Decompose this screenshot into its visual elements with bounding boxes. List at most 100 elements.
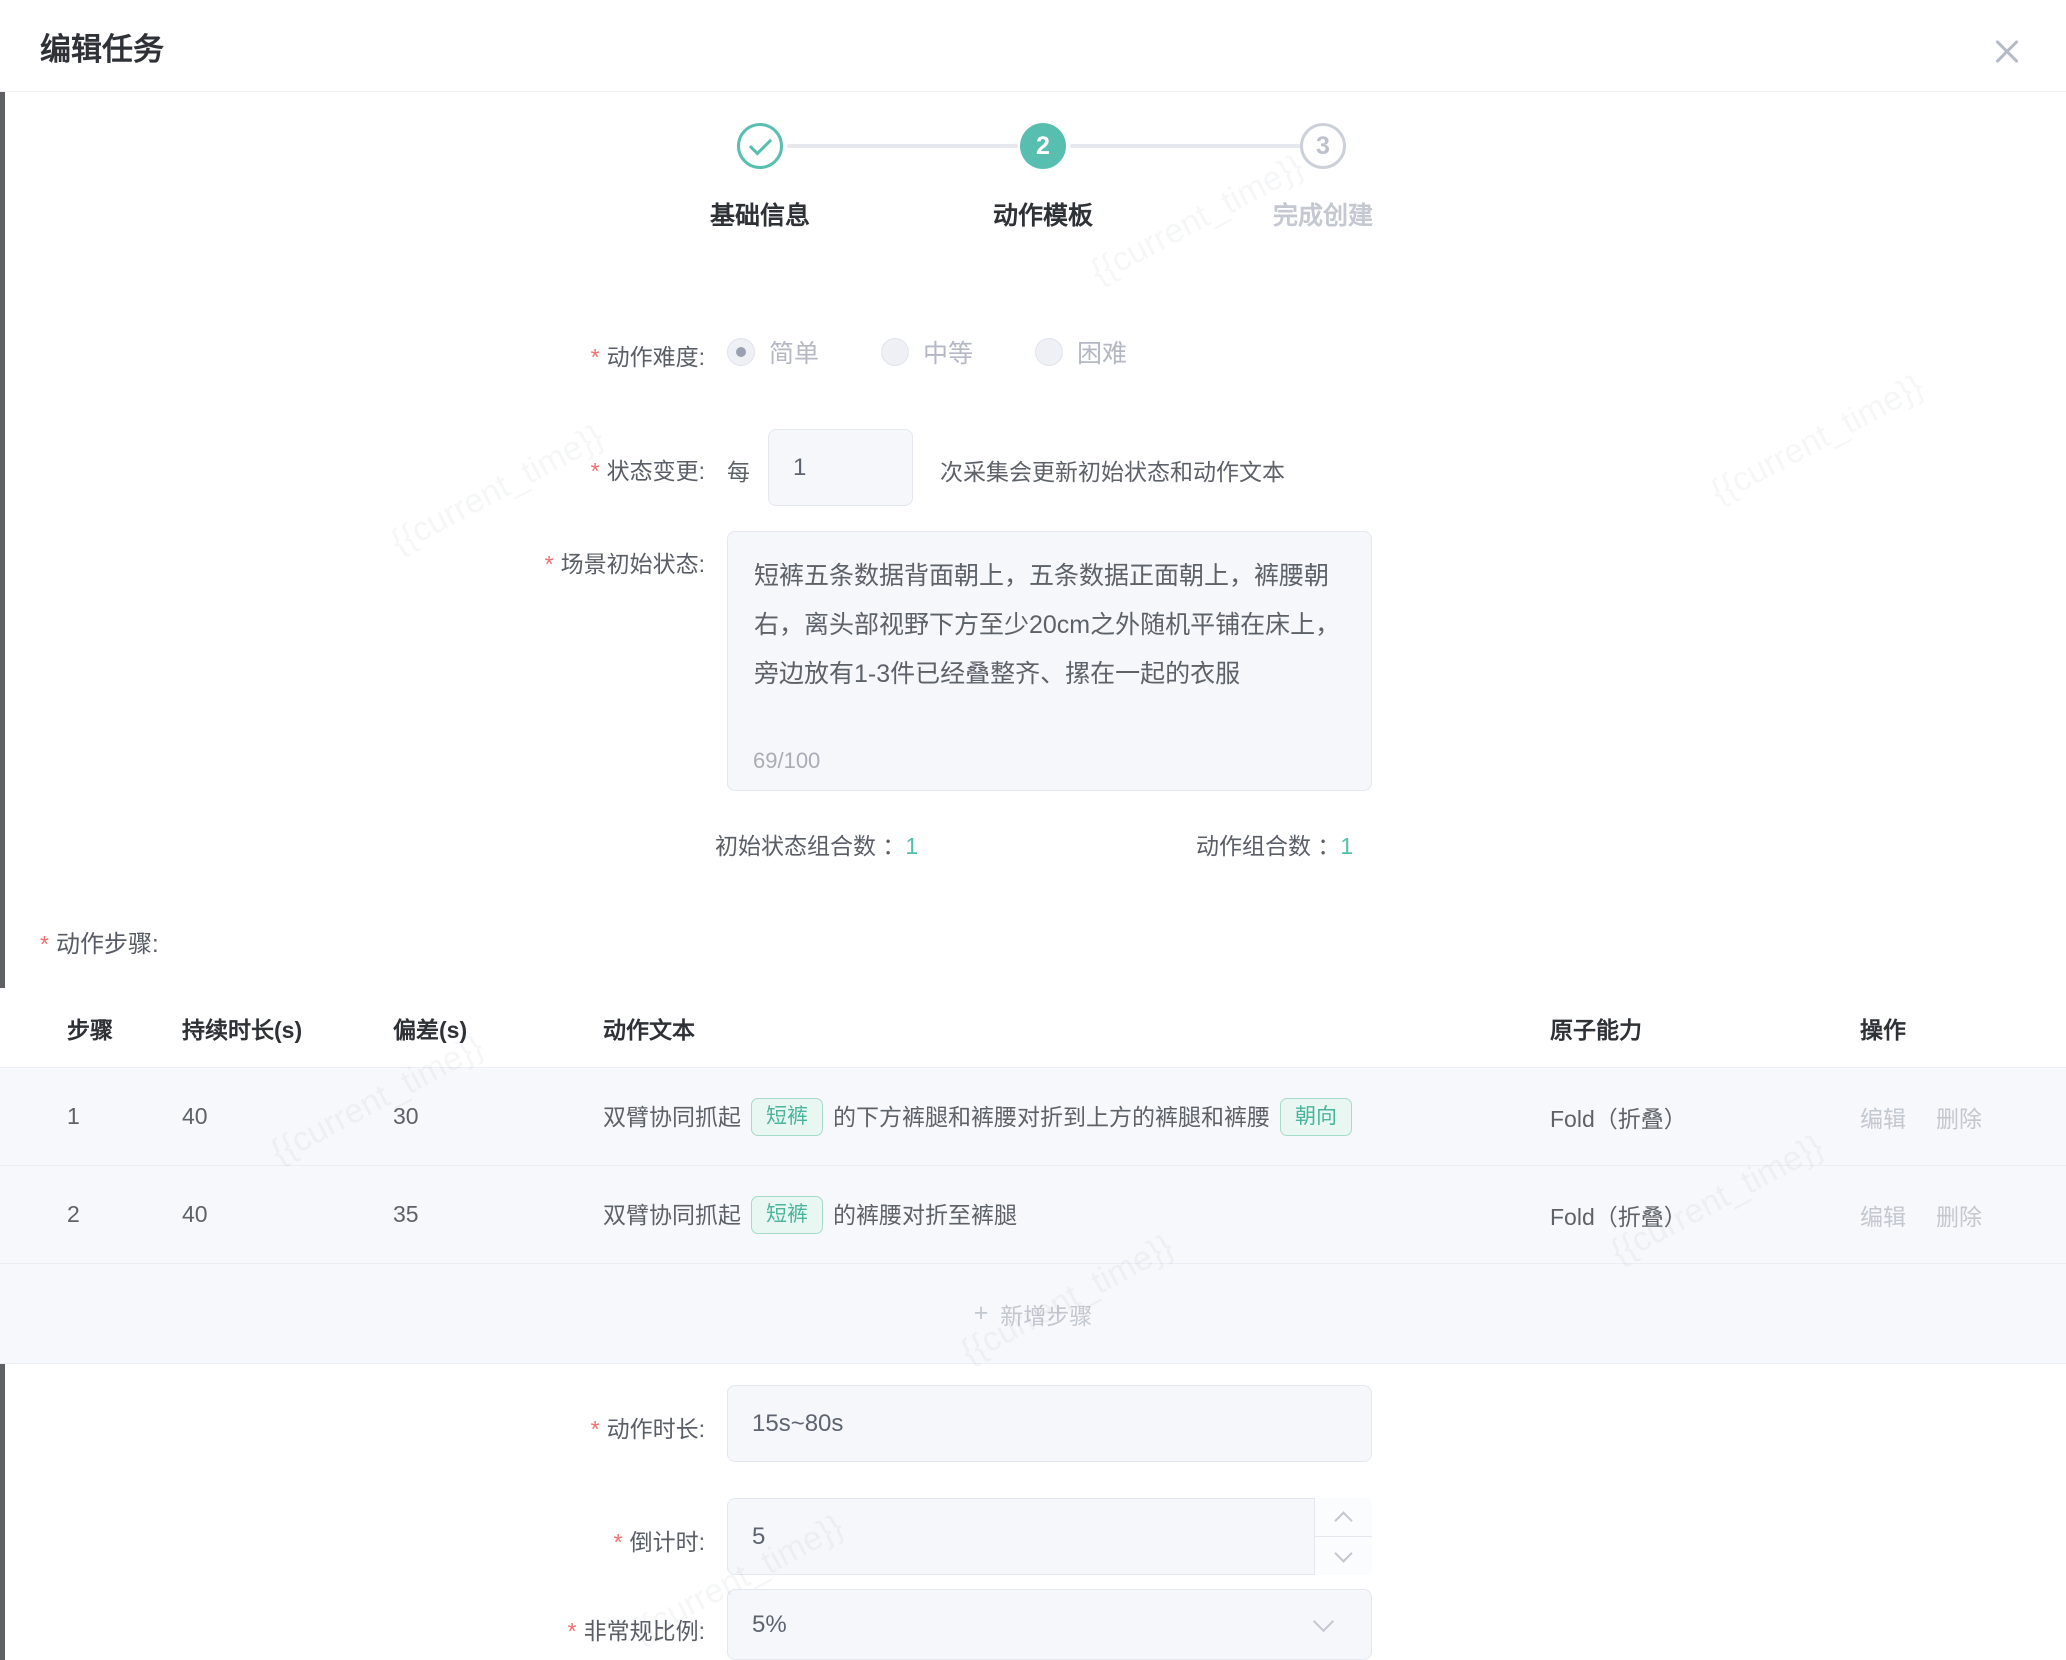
plus-icon: + xyxy=(974,1299,989,1328)
radio-medium-label: 中等 xyxy=(923,334,973,370)
countdown-input[interactable]: 5 xyxy=(727,1498,1372,1575)
radio-hard[interactable]: 困难 xyxy=(1035,334,1127,370)
edit-link[interactable]: 编辑 xyxy=(1860,1100,1906,1134)
step-3-circle: 3 xyxy=(1300,123,1346,169)
step-connector xyxy=(1070,144,1301,148)
unusual-ratio-label: *非常规比例: xyxy=(0,1612,705,1646)
initial-combo-count: 初始状态组合数 ：1 xyxy=(715,827,918,861)
col-header-operations: 操作 xyxy=(1860,1011,2066,1045)
col-header-ability: 原子能力 xyxy=(1550,1011,1860,1045)
decrement-button[interactable] xyxy=(1315,1537,1372,1575)
radio-hard-label: 困难 xyxy=(1077,334,1127,370)
action-steps-table: 步骤 持续时长(s) 偏差(s) 动作文本 原子能力 操作 1 40 30 双臂… xyxy=(0,988,2066,1364)
step-1-label: 基础信息 xyxy=(650,196,870,232)
state-change-prefix: 每 xyxy=(727,453,750,487)
add-step-label: 新增步骤 xyxy=(1000,1297,1092,1331)
col-header-action-text: 动作文本 xyxy=(603,1011,1550,1045)
table-row: 2 40 35 双臂协同抓起短裤的裤腰对折至裤腿 Fold（折叠） 编辑 删除 xyxy=(0,1165,2066,1263)
step-2-circle: 2 xyxy=(1020,123,1066,169)
step-2-number: 2 xyxy=(1036,132,1050,161)
step-2-label: 动作模板 xyxy=(933,196,1153,232)
delete-link[interactable]: 删除 xyxy=(1936,1100,1982,1134)
countdown-value: 5 xyxy=(752,1523,765,1551)
col-header-step: 步骤 xyxy=(67,1011,182,1045)
duration-label: *动作时长: xyxy=(0,1410,705,1444)
action-text-segment: 双臂协同抓起 xyxy=(603,1104,741,1130)
required-mark: * xyxy=(568,1618,577,1644)
watermark-text: {{current_time}} xyxy=(1705,367,1930,511)
chevron-up-icon xyxy=(1334,1511,1352,1529)
countdown-label: *倒计时: xyxy=(0,1523,705,1557)
action-combo-count: 动作组合数 ：1 xyxy=(1196,827,1353,861)
object-tag: 短裤 xyxy=(751,1196,823,1234)
initial-state-textarea[interactable]: 短裤五条数据背面朝上，五条数据正面朝上，裤腰朝右，离头部视野下方至少20cm之外… xyxy=(727,531,1372,791)
duration-input[interactable]: 15s~80s xyxy=(727,1385,1372,1462)
check-icon xyxy=(748,132,771,155)
difficulty-radio-group: 简单 中等 困难 xyxy=(727,334,1189,370)
add-step-button[interactable]: + 新增步骤 xyxy=(0,1263,2066,1364)
difficulty-label: *动作难度: xyxy=(0,338,705,372)
row-step: 1 xyxy=(67,1103,182,1130)
state-change-label: *状态变更: xyxy=(0,452,705,486)
step-3-number: 3 xyxy=(1316,132,1330,161)
required-mark: * xyxy=(614,1529,623,1555)
state-change-input[interactable]: 1 xyxy=(768,429,913,506)
initial-combo-value: 1 xyxy=(905,833,918,859)
increment-button[interactable] xyxy=(1315,1498,1372,1537)
edit-task-dialog: 编辑任务 2 3 基础信息 动作模板 完成创建 *动作难度: 简单 xyxy=(0,0,2066,1660)
initial-state-text: 短裤五条数据背面朝上，五条数据正面朝上，裤腰朝右，离头部视野下方至少20cm之外… xyxy=(754,562,1340,688)
required-mark: * xyxy=(591,1416,600,1442)
unusual-ratio-select[interactable]: 5% xyxy=(727,1589,1372,1660)
duration-value: 15s~80s xyxy=(752,1410,843,1438)
row-operations: 编辑 删除 xyxy=(1860,1198,2066,1232)
state-change-value: 1 xyxy=(793,454,806,482)
table-row: 1 40 30 双臂协同抓起短裤的下方裤腿和裤腰对折到上方的裤腿和裤腰朝向 Fo… xyxy=(0,1067,2066,1165)
orientation-tag: 朝向 xyxy=(1280,1098,1352,1136)
char-counter: 69/100 xyxy=(753,748,820,774)
dialog-title: 编辑任务 xyxy=(40,24,164,69)
dialog-header: 编辑任务 xyxy=(0,0,2066,92)
radio-dot xyxy=(736,347,746,357)
chevron-down-icon xyxy=(1334,1544,1352,1562)
radio-circle xyxy=(727,338,755,366)
row-offset: 30 xyxy=(393,1103,603,1130)
header-divider xyxy=(0,91,2066,92)
required-mark: * xyxy=(591,458,600,484)
radio-medium[interactable]: 中等 xyxy=(881,334,973,370)
step-connector xyxy=(787,144,1018,148)
required-mark: * xyxy=(545,551,554,577)
col-header-offset: 偏差(s) xyxy=(393,1011,603,1045)
action-text-segment: 的下方裤腿和裤腰对折到上方的裤腿和裤腰 xyxy=(833,1104,1270,1130)
unusual-ratio-value: 5% xyxy=(752,1611,787,1639)
row-ability: Fold（折叠） xyxy=(1550,1100,1860,1134)
step-3-label: 完成创建 xyxy=(1213,196,1433,232)
row-duration: 40 xyxy=(182,1103,393,1130)
row-offset: 35 xyxy=(393,1201,603,1228)
action-steps-label: *动作步骤: xyxy=(40,924,159,959)
initial-state-label: *场景初始状态: xyxy=(0,545,705,579)
edit-link[interactable]: 编辑 xyxy=(1860,1198,1906,1232)
required-mark: * xyxy=(40,931,49,957)
row-action-text: 双臂协同抓起短裤的下方裤腿和裤腰对折到上方的裤腿和裤腰朝向 xyxy=(603,1098,1550,1136)
row-step: 2 xyxy=(67,1201,182,1228)
object-tag: 短裤 xyxy=(751,1098,823,1136)
action-combo-value: 1 xyxy=(1340,833,1353,859)
action-text-segment: 的裤腰对折至裤腿 xyxy=(833,1202,1017,1228)
required-mark: * xyxy=(591,344,600,370)
row-operations: 编辑 删除 xyxy=(1860,1100,2066,1134)
radio-easy-label: 简单 xyxy=(769,334,819,370)
table-header-row: 步骤 持续时长(s) 偏差(s) 动作文本 原子能力 操作 xyxy=(0,988,2066,1067)
action-text-segment: 双臂协同抓起 xyxy=(603,1202,741,1228)
radio-circle xyxy=(881,338,909,366)
radio-easy[interactable]: 简单 xyxy=(727,334,819,370)
radio-circle xyxy=(1035,338,1063,366)
state-change-suffix: 次采集会更新初始状态和动作文本 xyxy=(940,453,1285,487)
row-duration: 40 xyxy=(182,1201,393,1228)
step-1-circle xyxy=(737,123,783,169)
watermark-text: {{current_time}} xyxy=(385,417,610,561)
countdown-stepper xyxy=(1314,1498,1372,1575)
row-action-text: 双臂协同抓起短裤的裤腰对折至裤腿 xyxy=(603,1196,1550,1234)
row-ability: Fold（折叠） xyxy=(1550,1198,1860,1232)
delete-link[interactable]: 删除 xyxy=(1936,1198,1982,1232)
close-icon[interactable] xyxy=(1985,30,2029,74)
